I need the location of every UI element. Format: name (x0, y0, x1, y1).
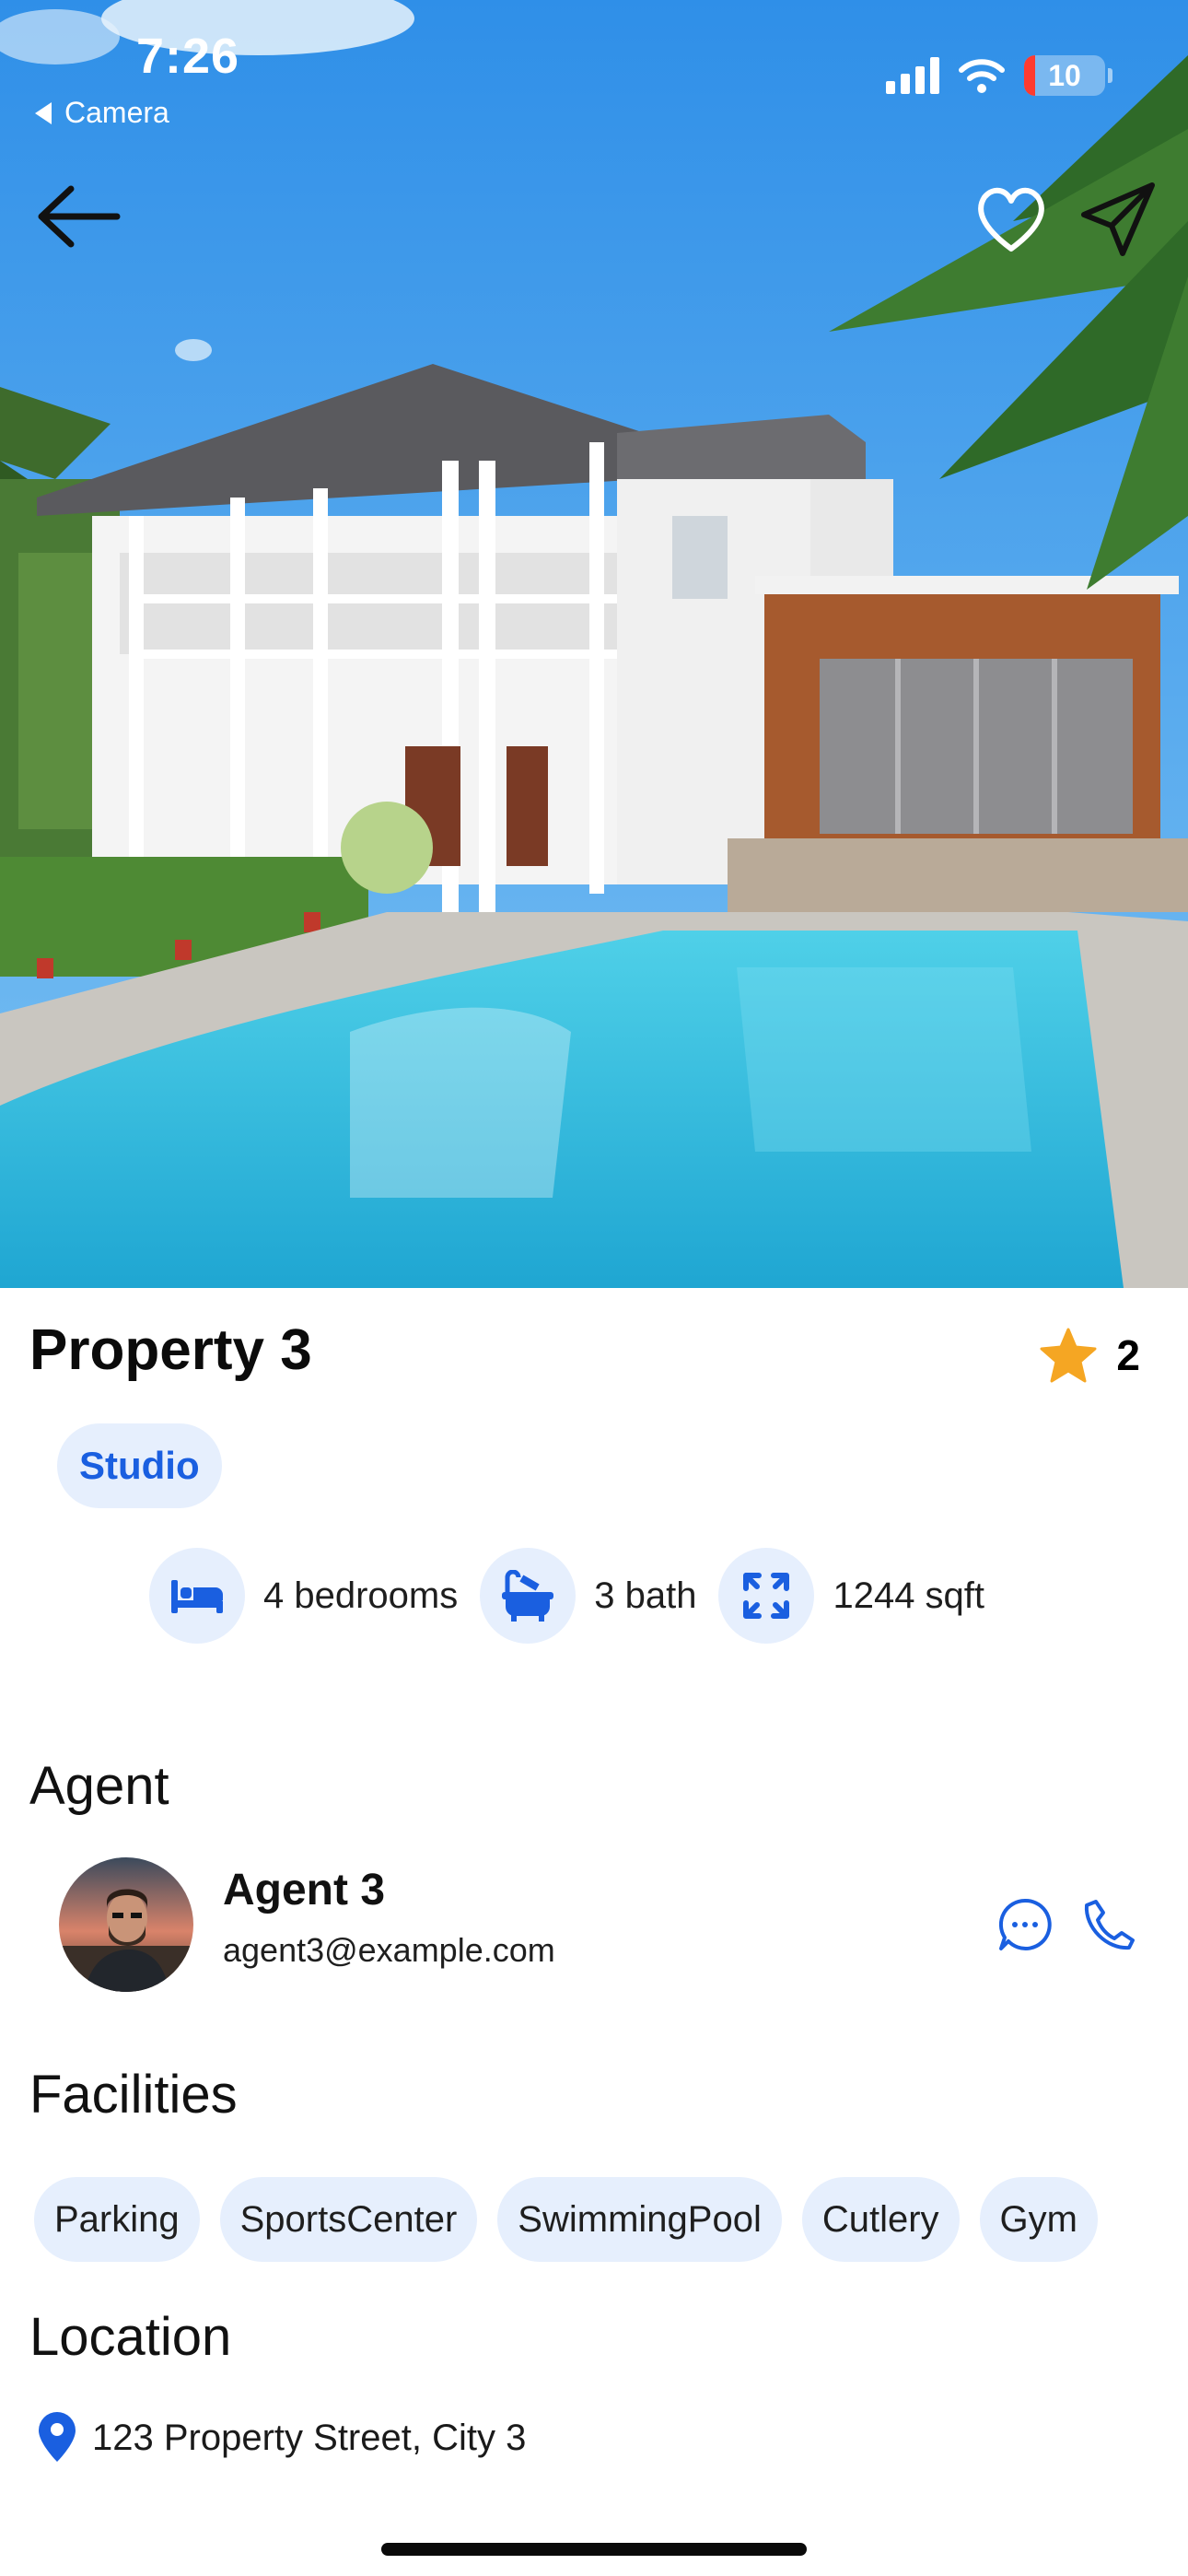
facility-chip: SwimmingPool (497, 2177, 782, 2262)
bath-icon-badge (480, 1548, 577, 1644)
property-photo[interactable]: 7:26 Camera 10 (0, 0, 1188, 1288)
phone-icon (1084, 1900, 1135, 1950)
stat-bath: 3 bath (480, 1548, 696, 1644)
location-address: 123 Property Street, City 3 (92, 2417, 527, 2458)
chat-agent-button[interactable] (995, 1894, 1055, 1955)
facility-chip: Gym (979, 2177, 1098, 2262)
property-stats: 4 bedrooms 3 bath 1244 sqft (149, 1548, 1007, 1644)
facility-chip: Parking (34, 2177, 200, 2262)
agent-avatar[interactable] (59, 1857, 193, 1992)
rating: 2 (1039, 1327, 1140, 1384)
send-icon (1081, 182, 1155, 256)
facilities-list: Parking SportsCenter SwimmingPool Cutler… (34, 2177, 1098, 2262)
stat-area: 1244 sqft (718, 1548, 984, 1644)
facility-chip: Cutlery (801, 2177, 960, 2262)
bed-icon (171, 1580, 223, 1613)
bathtub-icon (502, 1570, 554, 1622)
favorite-button[interactable] (967, 175, 1055, 263)
agent-email[interactable]: agent3@example.com (223, 1931, 555, 1970)
location-section-title: Location (29, 2307, 232, 2367)
wifi-icon (959, 59, 1005, 93)
battery-indicator: 10 (1024, 55, 1112, 96)
battery-level: 10 (1048, 58, 1081, 92)
star-icon (1040, 1328, 1097, 1383)
stat-bedrooms: 4 bedrooms (149, 1548, 458, 1644)
back-triangle-icon (35, 101, 52, 124)
back-to-camera-link[interactable]: Camera (35, 96, 169, 130)
agent-section-title: Agent (29, 1756, 169, 1816)
share-button[interactable] (1070, 171, 1166, 267)
location-row[interactable]: 123 Property Street, City 3 (35, 2410, 526, 2465)
status-time: 7:26 (136, 29, 240, 84)
bed-icon-badge (149, 1548, 245, 1644)
area-label: 1244 sqft (833, 1575, 985, 1616)
facility-chip: SportsCenter (219, 2177, 478, 2262)
heart-icon (978, 187, 1044, 252)
rating-value: 2 (1116, 1331, 1140, 1379)
property-type-chip: Studio (57, 1423, 222, 1508)
property-title: Property 3 (29, 1318, 312, 1382)
status-bar: 7:26 Camera 10 (0, 0, 1188, 147)
chat-icon (998, 1898, 1052, 1950)
agent-photo (59, 1857, 193, 1992)
bath-label: 3 bath (594, 1575, 697, 1616)
bedrooms-label: 4 bedrooms (263, 1575, 459, 1616)
back-app-label: Camera (64, 96, 169, 129)
facilities-section-title: Facilities (29, 2065, 238, 2125)
call-agent-button[interactable] (1079, 1894, 1140, 1955)
back-button[interactable] (28, 175, 129, 258)
system-icons: 10 (886, 55, 1112, 96)
back-arrow-icon (38, 185, 121, 248)
area-icon-badge (718, 1548, 815, 1644)
location-pin-icon (39, 2412, 76, 2462)
agent-name: Agent 3 (223, 1866, 386, 1914)
home-indicator[interactable] (381, 2543, 807, 2556)
cellular-signal-icon (886, 57, 939, 94)
expand-icon (743, 1573, 790, 1619)
